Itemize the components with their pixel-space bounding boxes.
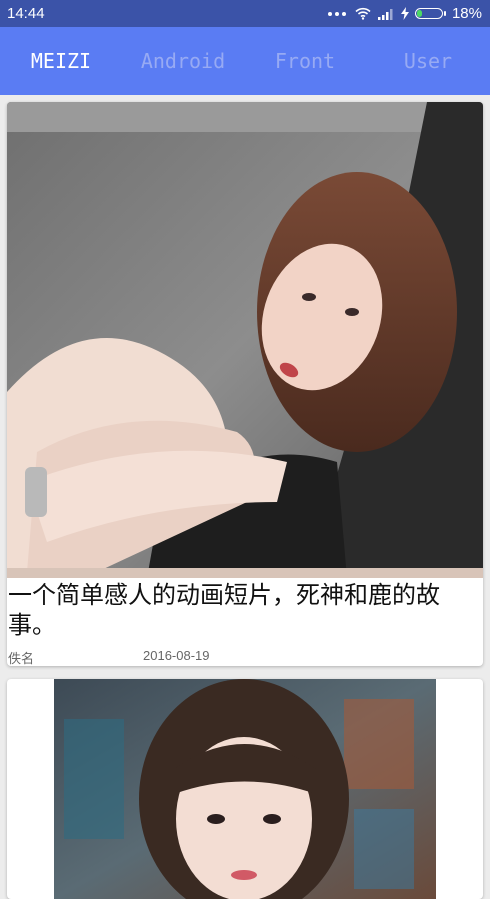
- feed-card[interactable]: 一个简单感人的动画短片，死神和鹿的故事。 佚名 2016-08-19: [7, 102, 483, 666]
- tab-user[interactable]: User: [367, 27, 489, 95]
- card-date: 2016-08-19: [143, 648, 210, 663]
- battery-icon: [414, 8, 446, 19]
- more-notifications-icon: [327, 11, 346, 16]
- card-author: 佚名: [8, 651, 35, 666]
- charging-icon: [400, 7, 409, 20]
- status-bar: 14:44 18%: [0, 0, 490, 27]
- card-photo[interactable]: [54, 679, 436, 899]
- signal-icon: [377, 8, 393, 20]
- status-time: 14:44: [7, 5, 45, 22]
- battery-percentage: 18%: [451, 5, 482, 22]
- tab-android[interactable]: Android: [122, 27, 244, 95]
- feed-card[interactable]: [7, 679, 483, 899]
- tab-bar: MEIZI Android Front User: [0, 27, 490, 95]
- tab-meizi[interactable]: MEIZI: [0, 27, 122, 95]
- tab-front[interactable]: Front: [244, 27, 366, 95]
- card-photo[interactable]: [7, 102, 483, 578]
- card-title[interactable]: 一个简单感人的动画短片，死神和鹿的故事。: [8, 580, 478, 640]
- status-icons: 18%: [327, 0, 482, 27]
- wifi-icon: [355, 7, 371, 20]
